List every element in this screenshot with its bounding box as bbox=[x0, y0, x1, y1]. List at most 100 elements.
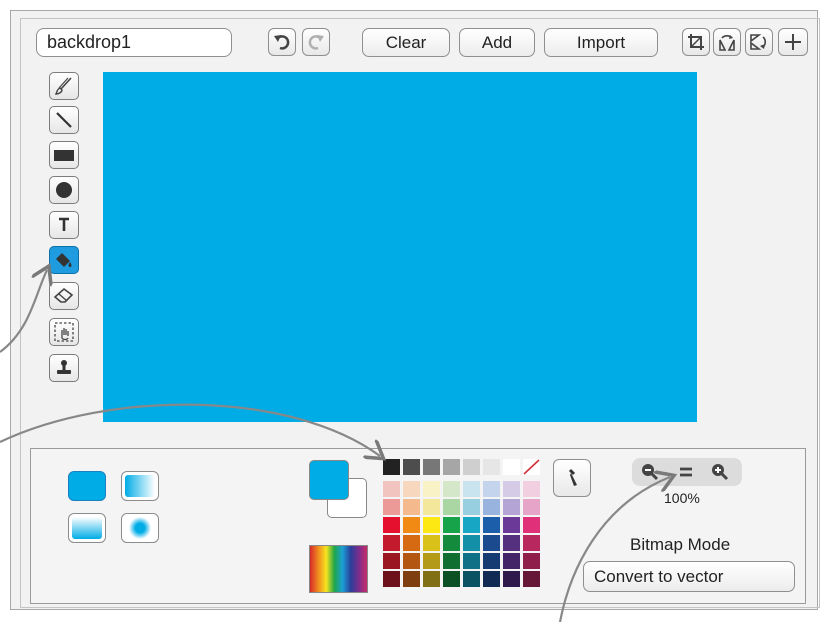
palette-swatch[interactable] bbox=[523, 535, 540, 551]
palette-swatch[interactable] bbox=[383, 535, 400, 551]
palette-swatch[interactable] bbox=[443, 571, 460, 587]
palette-swatch[interactable] bbox=[423, 459, 440, 475]
palette-swatch[interactable] bbox=[483, 459, 500, 475]
palette-swatch[interactable] bbox=[503, 481, 520, 497]
flip-vertical-icon bbox=[750, 34, 767, 50]
clear-button[interactable]: Clear bbox=[362, 28, 450, 57]
flip-horizontal-icon bbox=[719, 34, 735, 51]
stamp-tool[interactable] bbox=[49, 354, 79, 382]
line-tool[interactable] bbox=[49, 106, 79, 134]
rectangle-tool[interactable] bbox=[49, 141, 79, 169]
brush-tool[interactable] bbox=[49, 72, 79, 100]
fill-tool[interactable] bbox=[49, 246, 79, 274]
palette-swatch[interactable] bbox=[383, 459, 400, 475]
palette-swatch[interactable] bbox=[463, 499, 480, 515]
palette-swatch[interactable] bbox=[523, 481, 540, 497]
palette-swatch[interactable] bbox=[443, 499, 460, 515]
eyedropper-button[interactable] bbox=[553, 459, 591, 497]
palette-swatch[interactable] bbox=[403, 499, 420, 515]
costume-name-field[interactable]: backdrop1 bbox=[36, 28, 232, 57]
radial-gradient-icon bbox=[125, 517, 155, 539]
palette-swatch[interactable] bbox=[423, 499, 440, 515]
vertical-gradient-icon bbox=[72, 517, 102, 539]
palette-swatch[interactable] bbox=[483, 499, 500, 515]
palette-swatch[interactable] bbox=[443, 535, 460, 551]
palette-swatch[interactable] bbox=[423, 481, 440, 497]
horizontal-gradient-icon bbox=[125, 475, 155, 497]
palette-swatch[interactable] bbox=[403, 481, 420, 497]
eraser-tool[interactable] bbox=[49, 282, 79, 310]
fill-solid-option[interactable] bbox=[68, 471, 106, 501]
drawing-canvas[interactable] bbox=[103, 72, 697, 422]
text-tool[interactable] bbox=[49, 211, 79, 239]
color-spectrum-picker[interactable] bbox=[309, 545, 368, 593]
palette-swatch[interactable] bbox=[423, 553, 440, 569]
palette-swatch[interactable] bbox=[503, 535, 520, 551]
zoom-out-button[interactable] bbox=[635, 460, 665, 484]
palette-swatch[interactable] bbox=[483, 553, 500, 569]
palette-swatch[interactable] bbox=[483, 535, 500, 551]
undo-icon bbox=[274, 35, 290, 50]
select-tool[interactable] bbox=[49, 318, 79, 346]
flip-vertical-button[interactable] bbox=[745, 28, 773, 56]
palette-swatch[interactable] bbox=[383, 481, 400, 497]
palette-swatch[interactable] bbox=[383, 499, 400, 515]
palette-swatch[interactable] bbox=[463, 459, 480, 475]
palette-swatch[interactable] bbox=[403, 517, 420, 533]
add-button[interactable]: Add bbox=[459, 28, 535, 57]
palette-swatch[interactable] bbox=[483, 517, 500, 533]
ellipse-icon bbox=[56, 182, 72, 198]
palette-swatch[interactable] bbox=[383, 517, 400, 533]
fill-horizontal-gradient-option[interactable] bbox=[121, 471, 159, 501]
palette-swatch[interactable] bbox=[523, 499, 540, 515]
palette-swatch[interactable] bbox=[443, 459, 460, 475]
palette-swatch[interactable] bbox=[503, 499, 520, 515]
palette-swatch[interactable] bbox=[463, 517, 480, 533]
palette-swatch[interactable] bbox=[523, 553, 540, 569]
palette-swatch[interactable] bbox=[443, 517, 460, 533]
crosshair-icon bbox=[785, 34, 801, 50]
crop-button[interactable] bbox=[682, 28, 710, 56]
palette-swatch[interactable] bbox=[463, 535, 480, 551]
palette-swatch[interactable] bbox=[423, 517, 440, 533]
fill-vertical-gradient-option[interactable] bbox=[68, 513, 106, 543]
text-icon bbox=[59, 217, 69, 231]
rectangle-icon bbox=[54, 150, 74, 161]
convert-to-vector-button[interactable]: Convert to vector bbox=[583, 561, 795, 592]
palette-swatch[interactable] bbox=[483, 571, 500, 587]
palette-swatch[interactable] bbox=[403, 571, 420, 587]
palette-swatch[interactable] bbox=[383, 571, 400, 587]
palette-swatch[interactable] bbox=[403, 553, 420, 569]
eraser-icon bbox=[53, 287, 74, 303]
palette-swatch[interactable] bbox=[503, 459, 520, 475]
set-center-button[interactable] bbox=[778, 28, 808, 56]
crop-icon bbox=[688, 34, 704, 50]
palette-swatch[interactable] bbox=[403, 459, 420, 475]
ellipse-tool[interactable] bbox=[49, 176, 79, 204]
palette-swatch[interactable] bbox=[503, 553, 520, 569]
primary-color-swatch[interactable] bbox=[309, 460, 349, 500]
palette-swatch[interactable] bbox=[443, 553, 460, 569]
palette-swatch[interactable] bbox=[423, 535, 440, 551]
palette-swatch[interactable] bbox=[463, 571, 480, 587]
zoom-reset-button[interactable] bbox=[671, 460, 701, 484]
palette-swatch[interactable] bbox=[523, 517, 540, 533]
fill-radial-gradient-option[interactable] bbox=[121, 513, 159, 543]
import-button[interactable]: Import bbox=[544, 28, 658, 57]
palette-swatch[interactable] bbox=[443, 481, 460, 497]
palette-swatch[interactable] bbox=[523, 571, 540, 587]
palette-swatch[interactable] bbox=[503, 517, 520, 533]
palette-swatch[interactable] bbox=[463, 553, 480, 569]
palette-swatch[interactable] bbox=[483, 481, 500, 497]
transparent-swatch[interactable] bbox=[523, 459, 540, 475]
flip-horizontal-button[interactable] bbox=[713, 28, 741, 56]
palette-swatch[interactable] bbox=[503, 571, 520, 587]
palette-swatch[interactable] bbox=[423, 571, 440, 587]
undo-button[interactable] bbox=[268, 28, 296, 56]
palette-swatch[interactable] bbox=[463, 481, 480, 497]
redo-button[interactable] bbox=[302, 28, 330, 56]
zoom-in-icon bbox=[712, 464, 729, 481]
palette-swatch[interactable] bbox=[403, 535, 420, 551]
palette-swatch[interactable] bbox=[383, 553, 400, 569]
zoom-in-button[interactable] bbox=[705, 460, 735, 484]
